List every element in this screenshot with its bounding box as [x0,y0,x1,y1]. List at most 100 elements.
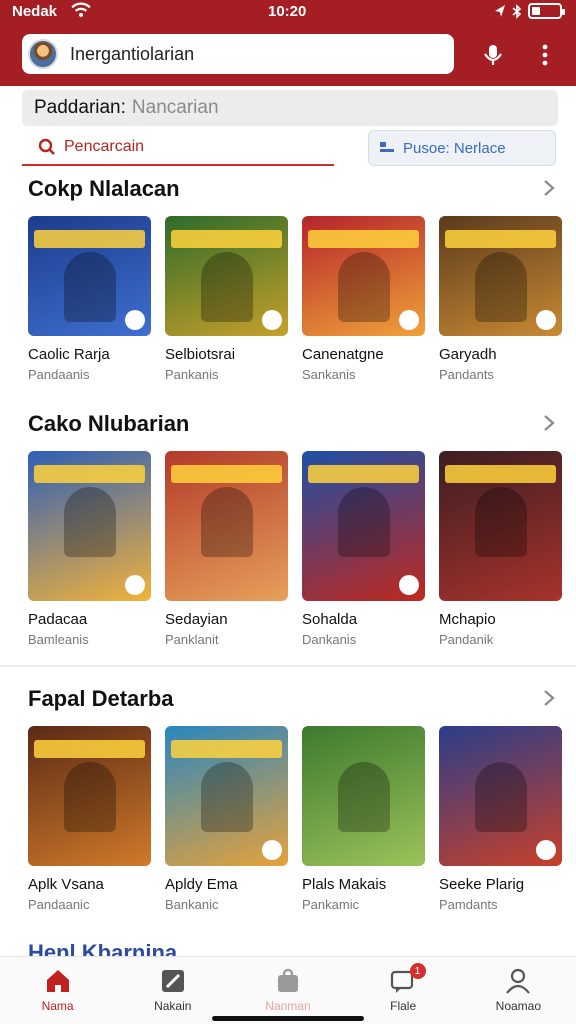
game-title: Selbiotsrai [165,346,236,363]
game-subtitle: Pandanik [439,632,494,647]
game-title: Caolic Rarja [28,346,110,363]
chevron-right-icon[interactable] [542,413,556,433]
nav-label: Nanman [265,999,311,1013]
search-input-text: Inergantiolarian [70,43,195,64]
game-section: Fapal Detarba Aplk Vsana Pandaanic Apldy … [0,686,576,916]
bottom-navigation: Nama Nakain Nanman 1 Flale Noamao [0,956,576,1024]
chevron-right-icon[interactable] [542,688,556,708]
game-title: Garyadh [439,346,497,363]
nav-label: Flale [390,999,417,1013]
game-thumbnail[interactable] [28,216,151,336]
bluetooth-icon [512,3,522,19]
game-subtitle: Bamleanis [28,632,89,647]
clock: 10:20 [268,3,307,20]
game-badge-icon [262,840,282,860]
game-subtitle: Pankanis [165,367,219,382]
game-card[interactable]: Sohalda Dankanis [302,451,425,647]
search-input[interactable]: Inergantiolarian [22,34,454,74]
avatar[interactable] [28,39,58,69]
game-card[interactable]: Sedayian Panklanit [165,451,288,647]
nav-item-home[interactable]: Nama [0,957,115,1024]
game-badge-icon [399,575,419,595]
game-thumbnail[interactable] [439,216,562,336]
bag-icon [277,968,298,992]
game-subtitle: Dankanis [302,632,357,647]
nav-item-profile[interactable]: Noamao [461,957,576,1024]
game-thumbnail[interactable] [165,451,288,601]
more-options-icon[interactable] [530,40,560,70]
search-icon [38,138,55,155]
game-subtitle: Panklanit [165,632,219,647]
game-thumbnail[interactable] [302,216,425,336]
nav-item-messages[interactable]: 1 Flale [346,957,461,1024]
filter-button-label: Pusoe: Nerlace [403,139,506,157]
location-icon [495,5,505,17]
game-subtitle: Pandaanic [28,897,90,912]
game-card[interactable]: Aplk Vsana Pandaanic [28,726,151,912]
filter-field[interactable]: Paddarian: Nancarian [22,90,558,126]
search-button[interactable]: Pencarcain [22,130,334,166]
game-thumbnail[interactable] [302,451,425,601]
game-subtitle: Pandaanis [28,367,90,382]
game-card[interactable]: Caolic Rarja Pandaanis [28,216,151,382]
home-icon [46,970,69,992]
battery-icon [528,3,565,19]
game-subtitle: Bankanic [165,897,219,912]
section-divider [0,665,576,667]
game-card[interactable]: Padacaa Bamleanis [28,451,151,647]
game-badge-icon [125,575,145,595]
mic-icon[interactable] [478,40,508,70]
game-title: Padacaa [28,611,88,628]
game-card[interactable]: Mchapio Pandanik [439,451,562,647]
game-title: Plals Makais [302,876,387,893]
game-title: Aplk Vsana [28,876,104,893]
game-thumbnail[interactable] [165,726,288,866]
nav-item-store[interactable]: Nanman [230,957,345,1024]
nav-label: Noamao [495,999,542,1013]
game-card[interactable]: Canenatgne Sankanis [302,216,425,382]
carrier-label: Nedak [12,3,58,20]
game-title: Mchapio [439,611,496,628]
notification-badge: 1 [409,963,426,979]
top-app-bar: Nedak 10:20 Inergantiolarian [0,0,576,86]
filter-placeholder: Nancarian [131,97,219,118]
game-card[interactable]: Garyadh Pandants [439,216,562,382]
game-thumbnail[interactable] [439,451,562,601]
chevron-right-icon[interactable] [542,178,556,198]
game-badge-icon [536,840,556,860]
wifi-icon [71,2,91,17]
game-thumbnail[interactable] [439,726,562,866]
game-card[interactable]: Seeke Plarig Pamdants [439,726,562,912]
game-subtitle: Pandants [439,367,494,382]
edit-icon [161,970,184,992]
game-thumbnail[interactable] [302,726,425,866]
nav-item-games[interactable]: Nakain [115,957,230,1024]
filter-button[interactable]: Pusoe: Nerlace [368,130,556,166]
game-thumbnail[interactable] [165,216,288,336]
game-section: Cako Nlubarian Padacaa Bamleanis Sedayian… [0,411,576,651]
game-subtitle: Pamdants [439,897,498,912]
status-bar: Nedak 10:20 [0,0,576,24]
game-title: Sohalda [302,611,358,628]
game-badge-icon [125,310,145,330]
section-title: Fapal Detarba [28,686,174,711]
game-section: Cokp Nlalacan Caolic Rarja Pandaanis Selb… [0,176,576,386]
game-thumbnail[interactable] [28,726,151,866]
nav-label: Nakain [154,999,192,1013]
game-thumbnail[interactable] [28,451,151,601]
nav-label: Nama [41,999,74,1013]
filter-icon [380,142,394,152]
section-title: Cako Nlubarian [28,411,190,436]
game-card[interactable]: Plals Makais Pankamic [302,726,425,912]
game-subtitle: Pankamic [302,897,360,912]
game-subtitle: Sankanis [302,367,356,382]
game-badge-icon [536,310,556,330]
home-indicator [212,1016,364,1021]
search-button-label: Pencarcain [64,138,145,155]
game-title: Apldy Ema [165,876,238,893]
filter-label: Paddarian: [34,97,126,118]
game-card[interactable]: Apldy Ema Bankanic [165,726,288,912]
game-title: Sedayian [165,611,228,628]
user-icon [506,968,531,994]
game-card[interactable]: Selbiotsrai Pankanis [165,216,288,382]
